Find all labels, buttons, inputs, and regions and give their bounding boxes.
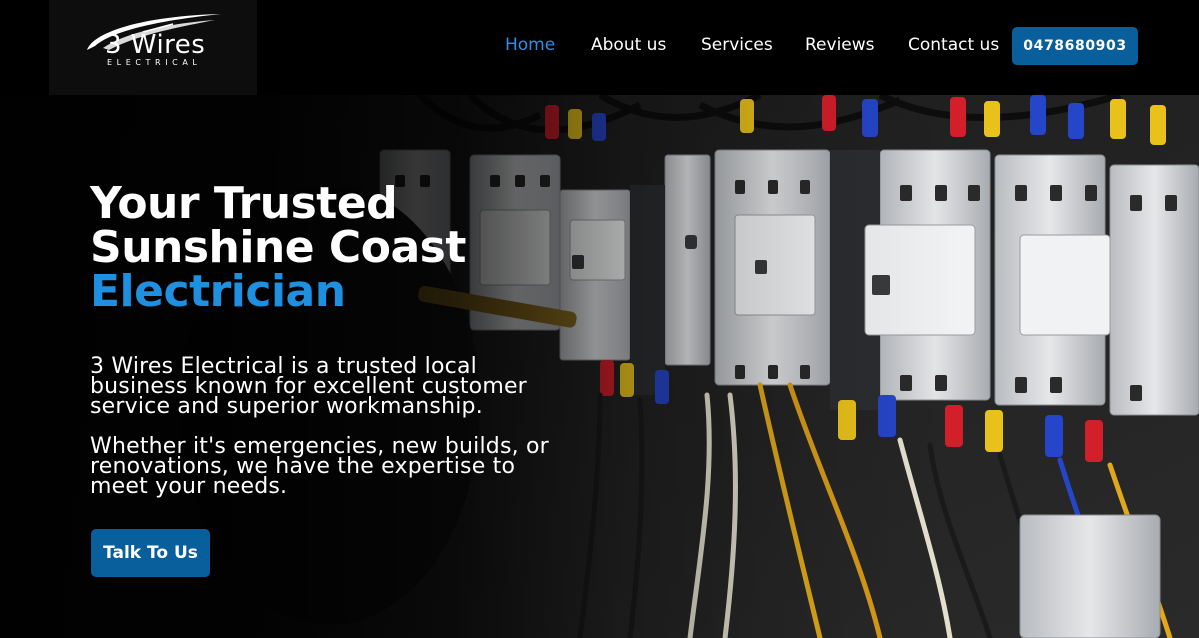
logo[interactable]: 3 Wires ELECTRICAL	[49, 0, 257, 95]
hero-services-paragraph: Whether it's emergencies, new builds, or…	[90, 436, 590, 499]
talk-to-us-button[interactable]: Talk To Us	[91, 529, 210, 577]
nav-reviews[interactable]: Reviews	[805, 33, 875, 57]
logo-tagline: ELECTRICAL	[107, 58, 202, 67]
nav-contact-us[interactable]: Contact us	[908, 33, 999, 57]
hero-intro-line: service and superior workmanship.	[90, 394, 483, 419]
nav-about-us[interactable]: About us	[591, 33, 666, 57]
hero-title-accent: Electrician	[90, 266, 346, 317]
site-header: 3 Wires ELECTRICAL Home About us Service…	[0, 0, 1199, 95]
nav-home[interactable]: Home	[505, 33, 555, 57]
page: 3 Wires ELECTRICAL Home About us Service…	[0, 0, 1199, 638]
hero-title: Your Trusted Sunshine Coast Electrician	[90, 182, 466, 314]
hero-title-line-1: Your Trusted	[90, 178, 398, 229]
phone-button[interactable]: 0478680903	[1012, 27, 1138, 65]
logo-name: 3 Wires	[105, 30, 206, 60]
nav-services[interactable]: Services	[701, 33, 773, 57]
hero-title-line-2: Sunshine Coast	[90, 222, 466, 273]
hero-intro-paragraph: 3 Wires Electrical is a trusted local bu…	[90, 356, 590, 419]
hero-services-line: meet your needs.	[90, 474, 288, 499]
